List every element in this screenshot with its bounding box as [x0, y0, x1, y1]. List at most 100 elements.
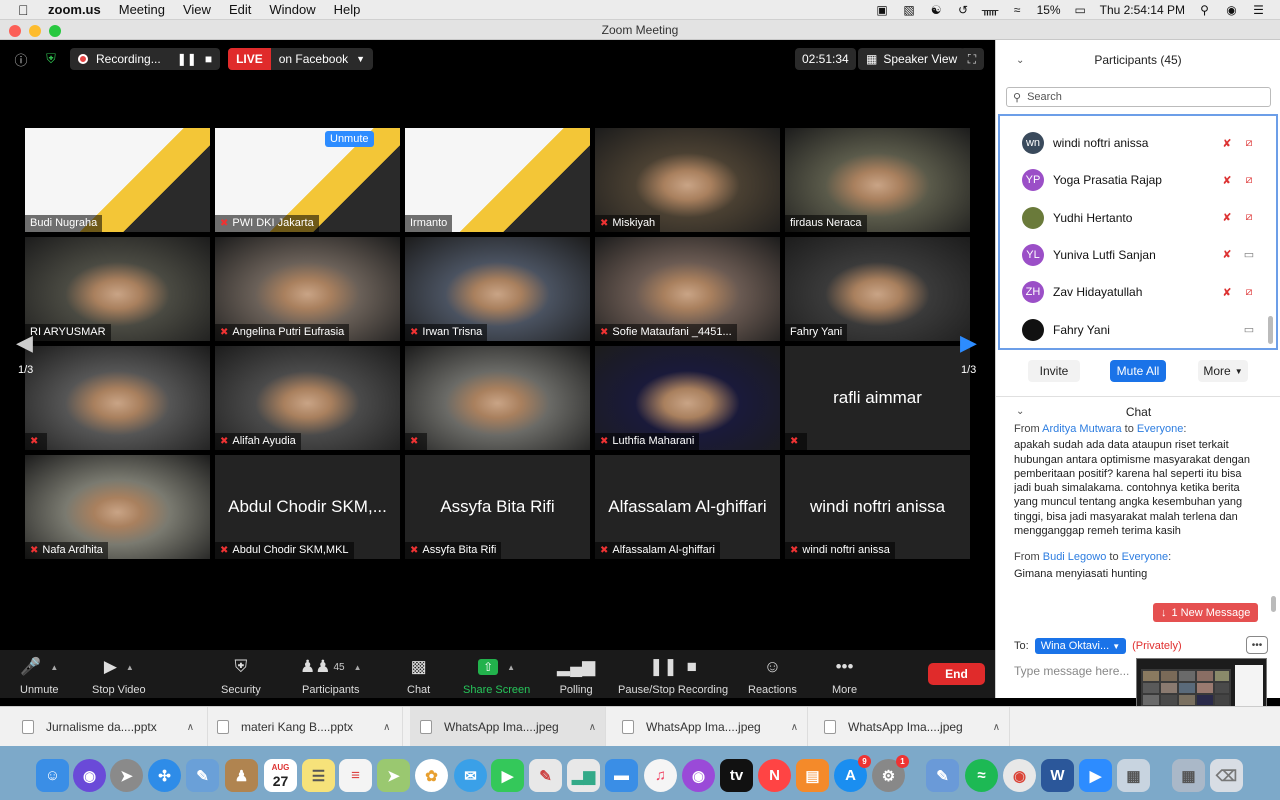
contacts-icon[interactable]: ♟: [225, 759, 258, 792]
live-stream-indicator[interactable]: LIVE on Facebook ▼: [228, 48, 374, 70]
participant-tile[interactable]: ✖ Sofie Mataufani _4451...: [595, 237, 780, 341]
video-off-icon[interactable]: ⧄: [1238, 211, 1260, 224]
download-item[interactable]: WhatsApp Ima....jpeg ∧: [612, 707, 808, 747]
screenshot-app-icon[interactable]: ✎: [926, 759, 959, 792]
siri-icon[interactable]: ◉: [1224, 3, 1239, 17]
chevron-up-icon[interactable]: ▲: [126, 663, 134, 672]
muted-microphone-icon[interactable]: ✘: [1216, 211, 1238, 224]
fullscreen-button[interactable]: ⛶: [960, 48, 984, 70]
apple-tv-icon[interactable]: tv: [720, 759, 753, 792]
next-page-arrow-icon[interactable]: ▶: [960, 330, 977, 356]
apple-icon[interactable]: : [18, 2, 32, 18]
participant-row[interactable]: YP Yoga Prasatia Rajap ✘ ⧄: [1022, 167, 1260, 193]
video-off-icon[interactable]: ⧄: [1238, 286, 1260, 299]
security-shield-icon[interactable]: ⛨: [40, 48, 62, 70]
reactions-button[interactable]: ☺ Reactions: [748, 656, 797, 696]
participant-tile[interactable]: ✖ Angelina Putri Eufrasia: [215, 237, 400, 341]
participant-row[interactable]: Fahry Yani ▭: [1022, 317, 1260, 343]
close-window-button[interactable]: [9, 25, 21, 37]
chat-recipient[interactable]: Everyone: [1122, 551, 1168, 563]
participant-tile[interactable]: firdaus Neraca: [785, 128, 970, 232]
chevron-down-icon[interactable]: ⌄: [1016, 406, 1024, 417]
video-off-icon[interactable]: ⧄: [1238, 137, 1260, 150]
speaker-view-button[interactable]: ▦ Speaker View: [858, 48, 966, 70]
chrome-icon[interactable]: ◉: [1003, 759, 1036, 792]
mute-all-button[interactable]: Mute All: [1110, 360, 1166, 382]
participants-search-input[interactable]: ⚲ Search: [1006, 87, 1271, 107]
chevron-up-icon[interactable]: ▲: [507, 663, 515, 672]
chat-more-icon[interactable]: •••: [1246, 636, 1268, 654]
pages-icon[interactable]: ✎: [529, 759, 562, 792]
chat-scrollbar[interactable]: [1271, 596, 1276, 612]
participant-tile[interactable]: Unmute ✖ PWI DKI Jakarta: [215, 128, 400, 232]
chevron-up-icon[interactable]: ∧: [589, 722, 596, 733]
chat-recipient[interactable]: Everyone: [1137, 423, 1183, 435]
participant-tile[interactable]: RI ARYUSMAR: [25, 237, 210, 341]
maps-icon[interactable]: ➤: [377, 759, 410, 792]
participant-tile[interactable]: ✖ Luthfia Maharani: [595, 346, 780, 450]
video-camera-icon[interactable]: ▭: [1238, 323, 1260, 336]
participant-tile[interactable]: ✖ Nafa Ardhita: [25, 455, 210, 559]
participant-tile[interactable]: rafli aimmar ✖: [785, 346, 970, 450]
muted-microphone-icon[interactable]: ✘: [1216, 137, 1238, 150]
chat-messages[interactable]: From Arditya Mutwara to Everyone: apakah …: [1014, 422, 1259, 614]
chevron-up-icon[interactable]: ∧: [187, 722, 194, 733]
preview-icon[interactable]: ✎: [186, 759, 219, 792]
recording-indicator[interactable]: Recording... ❚❚ ■: [70, 48, 221, 70]
photos-icon[interactable]: ✿: [415, 759, 448, 792]
menu-help[interactable]: Help: [334, 2, 361, 17]
zoom-status-icon[interactable]: ▣: [875, 3, 890, 17]
participant-tile[interactable]: ✖: [25, 346, 210, 450]
participant-tile[interactable]: Budi Nugraha: [25, 128, 210, 232]
app-store-icon[interactable]: A 9: [834, 755, 871, 792]
minimize-window-button[interactable]: [29, 25, 41, 37]
stop-video-button[interactable]: ▶ ▲ Stop Video: [92, 656, 146, 696]
battery-icon[interactable]: ▭: [1073, 3, 1088, 17]
share-screen-button[interactable]: ⇧ ▲ Share Screen: [463, 656, 530, 696]
participants-button[interactable]: ♟♟ 45 ▲ Participants: [300, 656, 362, 696]
muted-microphone-icon[interactable]: ✘: [1216, 248, 1238, 261]
chevron-down-icon[interactable]: ⌄: [1016, 55, 1024, 66]
calendar-icon[interactable]: AUG 27: [264, 759, 297, 792]
chat-sender[interactable]: Budi Legowo: [1043, 551, 1107, 563]
more-button[interactable]: ••• More: [832, 656, 857, 696]
menu-edit[interactable]: Edit: [229, 2, 251, 17]
end-meeting-button[interactable]: End: [928, 663, 985, 685]
books-icon[interactable]: ▤: [796, 759, 829, 792]
download-item[interactable]: Jurnalisme da....pptx ∧: [12, 707, 208, 747]
system-preferences-icon[interactable]: ⚙ 1: [872, 755, 909, 792]
download-item[interactable]: materi Kang B....pptx ∧: [207, 707, 403, 747]
video-camera-icon[interactable]: ▭: [1238, 248, 1260, 261]
participant-tile[interactable]: windi noftri anissa ✖ windi noftri anissa: [785, 455, 970, 559]
participant-tile[interactable]: ✖: [405, 346, 590, 450]
participant-tile[interactable]: Irmanto: [405, 128, 590, 232]
download-item[interactable]: WhatsApp Ima....jpeg ∧: [410, 707, 606, 747]
participant-tile[interactable]: ✖ Miskiyah: [595, 128, 780, 232]
bluetooth-icon[interactable]: ᚅ: [982, 3, 998, 17]
spotify-icon[interactable]: ≈: [965, 759, 998, 792]
invite-button[interactable]: Invite: [1028, 360, 1080, 382]
numbers-icon[interactable]: ▂▆: [567, 759, 600, 792]
menu-app-name[interactable]: zoom.us: [48, 2, 101, 17]
zoom-app-icon[interactable]: ▶: [1079, 759, 1112, 792]
security-button[interactable]: ⛨ Security: [221, 656, 261, 696]
safari-icon[interactable]: ✣: [148, 759, 181, 792]
image-capture-icon[interactable]: ▦: [1117, 759, 1150, 792]
siri-app-icon[interactable]: ◉: [73, 759, 106, 792]
participant-tile[interactable]: Alfassalam Al-ghiffari ✖ Alfassalam Al-ghi…: [595, 455, 780, 559]
participant-row[interactable]: ZH Zav Hidayatullah ✘ ⧄: [1022, 279, 1260, 305]
participant-row[interactable]: YL Yuniva Lutfi Sanjan ✘ ▭: [1022, 242, 1260, 268]
downloads-stack-icon[interactable]: ▦: [1172, 759, 1205, 792]
menu-clock[interactable]: Thu 2:54:14 PM: [1100, 3, 1185, 17]
previous-page-arrow-icon[interactable]: ◀: [16, 330, 33, 356]
pause-recording-icon[interactable]: ❚❚: [177, 52, 197, 66]
facetime-icon[interactable]: ▶: [491, 759, 524, 792]
participants-list[interactable]: wn windi noftri anissa ✘ ⧄ YP Yoga Prasatia R…: [998, 114, 1278, 350]
keynote-icon[interactable]: ▬: [605, 759, 638, 792]
unmute-button[interactable]: 🎤 ▲ Unmute: [20, 656, 59, 696]
chevron-up-icon[interactable]: ▲: [50, 663, 58, 672]
download-item[interactable]: WhatsApp Ima....jpeg ∧: [814, 707, 1010, 747]
news-icon[interactable]: N: [758, 759, 791, 792]
trash-icon[interactable]: ⌫: [1210, 759, 1243, 792]
video-off-icon[interactable]: ⧄: [1238, 174, 1260, 187]
